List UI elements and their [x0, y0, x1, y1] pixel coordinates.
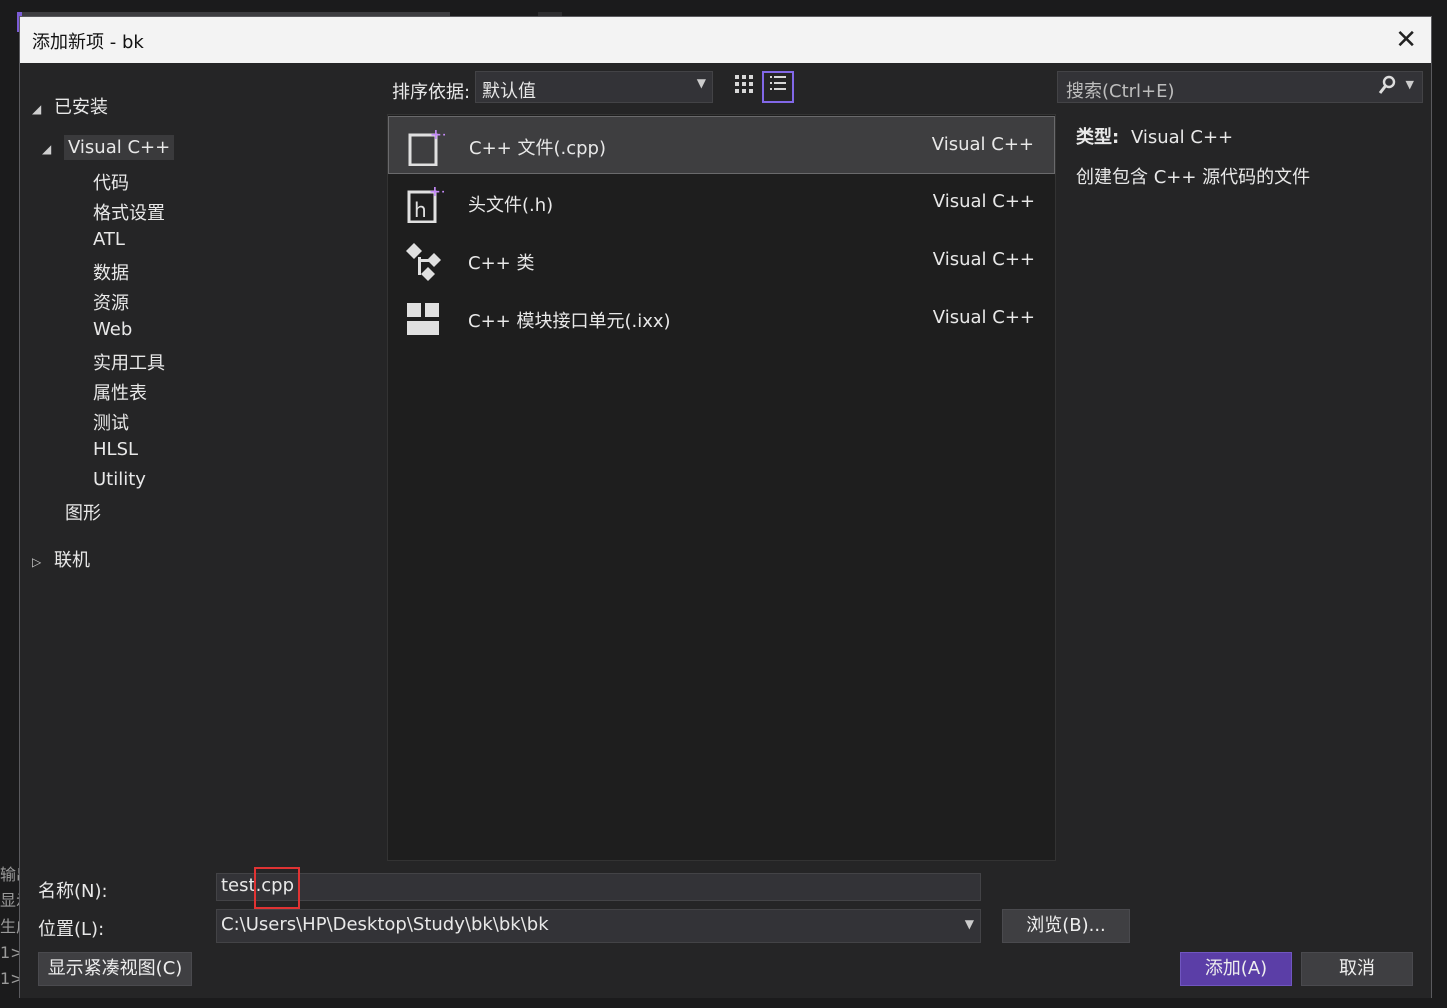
output-line: 输出: [0, 865, 20, 884]
name-label: 名称(N):: [38, 881, 108, 902]
template-language: Visual C++: [932, 307, 1035, 328]
output-line: 生成: [0, 917, 20, 936]
tree-node-online[interactable]: ▷ 联机: [32, 546, 90, 572]
category-tree: ◢ 已安装 ◢ Visual C++ 代码 格式设置 ATL 数据 资源 Web 实…: [20, 63, 386, 863]
template-language: Visual C++: [932, 249, 1035, 270]
tree-node-installed[interactable]: ◢ 已安装: [32, 93, 108, 119]
tree-label: 已安装: [54, 97, 108, 118]
chevron-down-icon: ▼: [696, 76, 706, 90]
type-value: Visual C++: [1130, 127, 1234, 148]
add-new-item-dialog: 添加新项 - bk ✕ ◢ 已安装 ◢ Visual C++ 代码 格式设置 ATL…: [19, 16, 1432, 998]
location-label: 位置(L):: [38, 919, 105, 940]
background-output-panel: 输出 显示 生成 1>- 1>task.cpp: [0, 862, 20, 1008]
tree-item-test[interactable]: 测试: [93, 409, 129, 435]
highlight-box: [254, 867, 300, 909]
chevron-down-icon[interactable]: ▼: [1406, 78, 1414, 91]
tree-item-hlsl[interactable]: HLSL: [93, 439, 138, 460]
template-language: Visual C++: [932, 191, 1035, 212]
template-name: C++ 模块接口单元(.ixx): [468, 311, 671, 332]
template-name: C++ 类: [468, 253, 535, 274]
sort-dropdown[interactable]: 默认值 ▼: [475, 71, 713, 103]
svg-text:h: h: [414, 198, 427, 222]
template-item-cpp-file[interactable]: ++ C++ 文件(.cpp) Visual C++: [388, 116, 1055, 174]
location-dropdown[interactable]: C:\Users\HP\Desktop\Study\bk\bk\bk ▼: [216, 909, 981, 943]
tree-item-graphics[interactable]: 图形: [65, 499, 101, 525]
add-button[interactable]: 添加(A): [1180, 952, 1292, 986]
tree-item-code[interactable]: 代码: [93, 169, 129, 195]
tree-item-data[interactable]: 数据: [93, 259, 129, 285]
template-item-header-file[interactable]: h++ 头文件(.h) Visual C++: [388, 174, 1055, 232]
bottom-form: 名称(N): test.cpp 位置(L): C:\Users\HP\Deskt…: [20, 863, 1431, 998]
template-toolbar: 排序依据: 默认值 ▼: [386, 63, 1056, 113]
svg-text:++: ++: [430, 127, 445, 143]
tree-node-visual-cpp[interactable]: ◢ Visual C++: [42, 135, 175, 160]
location-value: C:\Users\HP\Desktop\Study\bk\bk\bk: [221, 914, 549, 935]
tree-item-web[interactable]: Web: [93, 319, 132, 340]
tree-item-atl[interactable]: ATL: [93, 229, 125, 250]
cancel-button[interactable]: 取消: [1301, 952, 1413, 986]
tree-item-utility[interactable]: Utility: [93, 469, 146, 490]
name-field[interactable]: test.cpp: [216, 873, 981, 901]
grid-view-icon[interactable]: [728, 71, 760, 103]
output-line: 1>task.cpp: [0, 969, 20, 988]
header-file-icon: h++: [404, 183, 452, 224]
class-icon: [404, 241, 444, 281]
dialog-title: 添加新项 - bk: [32, 32, 144, 53]
search-icon[interactable]: [1378, 75, 1396, 100]
title-bar: 添加新项 - bk ✕: [20, 17, 1431, 63]
svg-text:++: ++: [429, 184, 444, 200]
template-type-row: 类型: Visual C++: [1076, 123, 1416, 149]
sort-value: 默认值: [482, 81, 536, 102]
module-icon: [404, 299, 444, 339]
template-item-module-interface[interactable]: C++ 模块接口单元(.ixx) Visual C++: [388, 290, 1055, 348]
template-language: Visual C++: [931, 134, 1034, 155]
close-button[interactable]: ✕: [1395, 25, 1417, 55]
type-label: 类型:: [1076, 127, 1120, 148]
template-name: 头文件(.h): [468, 195, 554, 216]
template-item-cpp-class[interactable]: C++ 类 Visual C++: [388, 232, 1055, 290]
collapsed-triangle-icon: ▷: [32, 555, 42, 569]
tree-item-property-sheet[interactable]: 属性表: [93, 379, 147, 405]
template-list: ++ C++ 文件(.cpp) Visual C++ h++ 头文件(.h) V…: [387, 114, 1056, 861]
compact-view-button[interactable]: 显示紧凑视图(C): [38, 952, 192, 986]
tree-label: 联机: [54, 550, 90, 571]
tree-label: Visual C++: [64, 135, 175, 160]
template-name: C++ 文件(.cpp): [469, 138, 606, 159]
template-info-panel: 类型: Visual C++ 创建包含 C++ 源代码的文件: [1076, 123, 1416, 189]
template-description: 创建包含 C++ 源代码的文件: [1076, 167, 1311, 188]
search-placeholder: 搜索(Ctrl+E): [1066, 81, 1175, 102]
output-line: 显示: [0, 891, 20, 910]
tree-item-formatting[interactable]: 格式设置: [93, 199, 165, 225]
tree-item-resource[interactable]: 资源: [93, 289, 129, 315]
expanded-triangle-icon: ◢: [42, 142, 52, 156]
output-line: 1>-: [0, 943, 20, 962]
sort-label: 排序依据:: [392, 82, 471, 103]
list-view-icon[interactable]: [762, 71, 794, 103]
chevron-down-icon: ▼: [964, 917, 974, 931]
browse-button[interactable]: 浏览(B)...: [1002, 909, 1130, 943]
cpp-file-icon: ++: [405, 126, 453, 167]
expanded-triangle-icon: ◢: [32, 102, 42, 116]
search-input[interactable]: 搜索(Ctrl+E) ▼: [1057, 71, 1423, 103]
tree-item-utility-tools[interactable]: 实用工具: [93, 349, 165, 375]
